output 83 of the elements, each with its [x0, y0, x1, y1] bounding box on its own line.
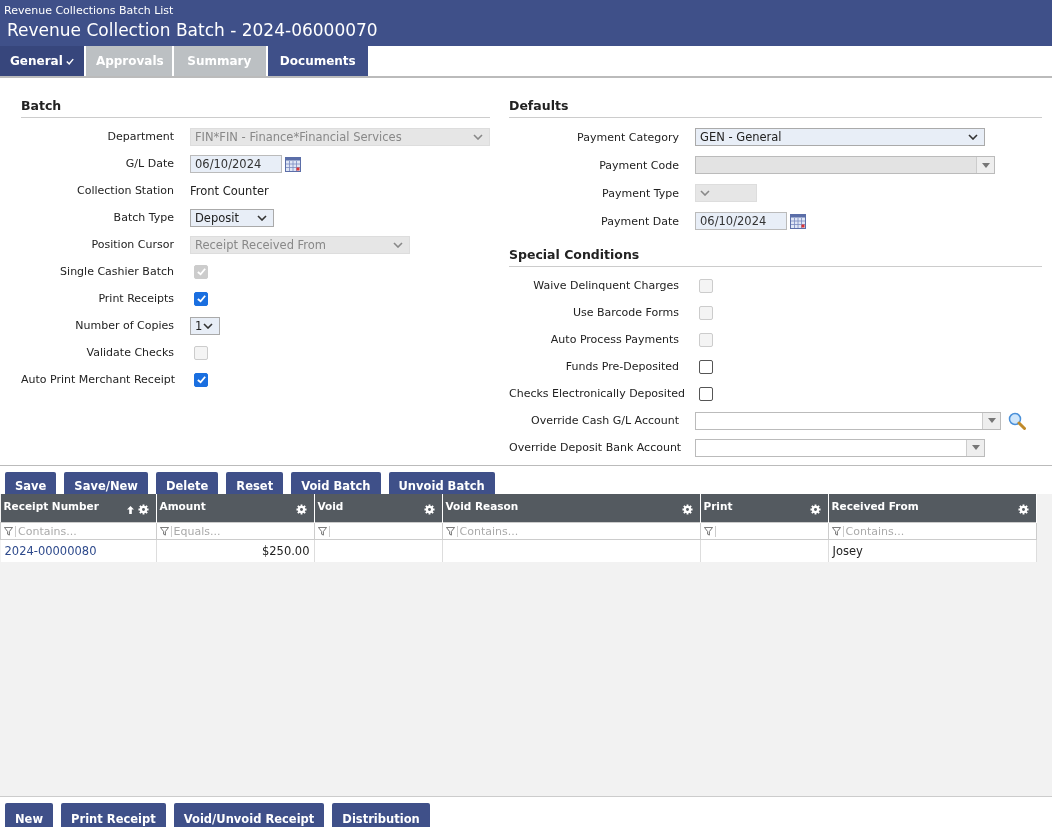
field-label: Auto Process Payments [549, 333, 680, 346]
filter-icon[interactable] [159, 527, 169, 536]
action-button[interactable]: Delete [155, 472, 219, 494]
filter-icon[interactable] [317, 527, 327, 536]
field-label: Checks Electronically Deposited [509, 387, 686, 400]
column-header[interactable]: Void Reason [442, 494, 700, 523]
section-heading: Batch [21, 98, 490, 118]
settings-icon[interactable] [137, 504, 149, 515]
combo-field[interactable] [695, 411, 1001, 430]
dropdown[interactable]: 1 [190, 316, 220, 335]
settings-icon[interactable] [423, 504, 435, 515]
receipt-link[interactable]: 2024-00000080 [4, 544, 97, 558]
sort-up-icon[interactable] [126, 505, 134, 514]
tab[interactable]: General [0, 46, 84, 76]
checkbox[interactable] [194, 291, 208, 306]
caret-down-icon[interactable] [987, 418, 996, 423]
checkbox[interactable] [699, 386, 713, 401]
field-label: Batch Type [112, 211, 175, 224]
field-label: Payment Date [600, 214, 680, 228]
checkbox[interactable] [699, 359, 713, 374]
page-title: Revenue Collection Batch - 2024-06000070 [6, 20, 379, 42]
settings-icon[interactable] [1017, 504, 1029, 515]
field-label: Funds Pre-Deposited [564, 360, 680, 373]
chevron-down-icon[interactable] [968, 134, 978, 140]
date-field[interactable]: 06/10/2024 [695, 212, 787, 230]
column-header[interactable]: Receipt Number [0, 494, 156, 523]
calendar-icon[interactable] [790, 213, 806, 229]
settings-icon[interactable] [295, 504, 307, 515]
action-button[interactable]: Distribution [332, 803, 430, 827]
tab[interactable]: Documents [267, 46, 368, 76]
table-cell: Josey [828, 539, 1036, 562]
column-header[interactable]: Void [314, 494, 442, 523]
filter-field[interactable] [700, 522, 828, 540]
field-label: Payment Category [576, 130, 680, 144]
filter-icon[interactable] [831, 527, 841, 536]
dropdown[interactable]: GEN - General [695, 128, 985, 146]
field-label: Position Cursor [90, 238, 175, 251]
breadcrumb-link[interactable]: Revenue Collections Batch List [0, 4, 1052, 20]
chevron-down-icon[interactable] [257, 214, 267, 221]
field-label: Payment Type [601, 186, 680, 200]
field-label: Single Cashier Batch [59, 265, 175, 278]
column-header[interactable]: Print [700, 494, 828, 523]
table-cell: $250.00 [156, 539, 314, 562]
action-button[interactable]: Save/New [64, 472, 148, 494]
field-value: Front Counter [190, 183, 269, 198]
checkbox[interactable] [194, 372, 208, 387]
filter-icon[interactable] [445, 527, 455, 536]
action-button[interactable]: Save [5, 472, 57, 494]
action-button[interactable]: Reset [226, 472, 284, 494]
field-label: Override Deposit Bank Account [509, 441, 683, 454]
action-button[interactable]: Print Receipt [61, 803, 166, 827]
action-button[interactable]: Unvoid Batch [388, 472, 495, 494]
search-icon[interactable] [1008, 411, 1026, 430]
field-label: Collection Station [76, 184, 175, 197]
action-button[interactable]: Void/Unvoid Receipt [173, 803, 325, 827]
field-label: Validate Checks [85, 346, 175, 359]
dropdown[interactable]: Deposit [190, 208, 274, 227]
field-label: Use Barcode Forms [571, 306, 680, 319]
action-button[interactable]: New [5, 803, 54, 827]
field-label: Override Cash G/L Account [530, 414, 680, 427]
check-icon [65, 57, 74, 65]
field-label: Waive Delinquent Charges [532, 279, 680, 292]
section-heading: Defaults [509, 98, 1042, 118]
filter-icon[interactable] [703, 527, 713, 536]
filter-field[interactable] [314, 522, 442, 540]
action-button[interactable]: Void Batch [291, 472, 381, 494]
field-label: Print Receipts [97, 292, 175, 305]
section-heading: Special Conditions [509, 247, 1042, 267]
settings-icon[interactable] [681, 504, 693, 515]
field-label: Department [106, 130, 175, 143]
field-label: Number of Copies [74, 319, 175, 332]
settings-icon[interactable] [809, 504, 821, 515]
filter-icon[interactable] [4, 527, 13, 536]
field-label: Auto Print Merchant Receipt [21, 373, 176, 386]
combo-field[interactable] [695, 438, 985, 457]
date-field[interactable]: 06/10/2024 [190, 154, 282, 173]
column-header[interactable]: Amount [156, 494, 314, 523]
chevron-down-icon[interactable] [203, 322, 213, 329]
field-label: Payment Code [598, 158, 680, 172]
field-label: G/L Date [124, 157, 175, 170]
caret-down-icon[interactable] [971, 445, 980, 450]
column-header[interactable]: Received From [828, 494, 1036, 523]
calendar-icon[interactable] [285, 155, 301, 172]
